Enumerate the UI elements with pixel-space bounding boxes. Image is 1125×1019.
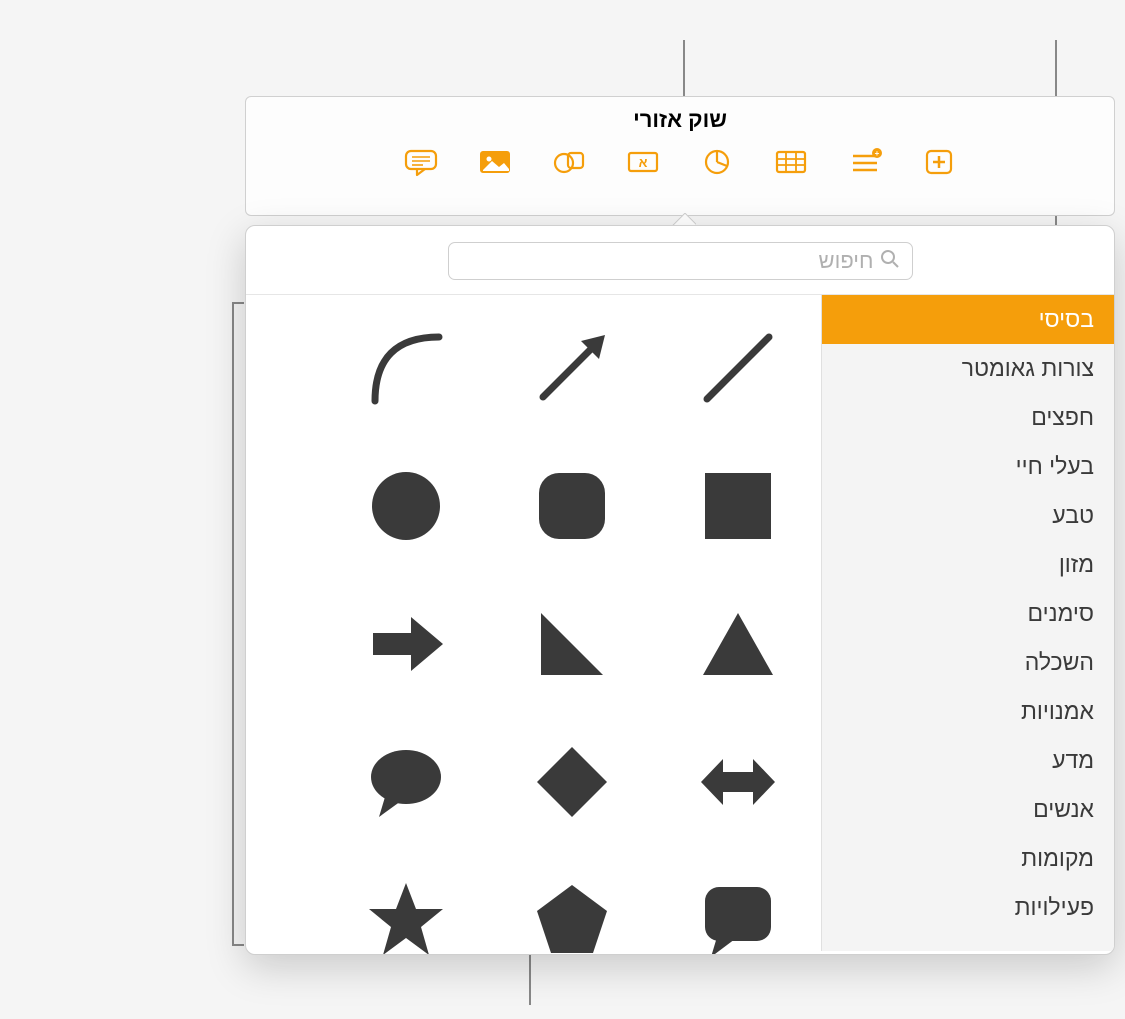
sidebar-item-nature[interactable]: טבע [822, 491, 1114, 540]
callout-line [529, 950, 531, 1005]
document-title: שוק אזורי [246, 97, 1114, 133]
shapes-row [286, 325, 781, 411]
shape-circle[interactable] [363, 463, 449, 549]
shape-rounded-square[interactable] [529, 463, 615, 549]
shape-speech-bubble-oval[interactable] [363, 739, 449, 825]
shape-pentagon[interactable] [529, 877, 615, 955]
format-icon[interactable]: + [847, 147, 883, 177]
shapes-icon[interactable] [551, 147, 587, 177]
svg-text:+: + [875, 149, 880, 158]
sidebar-item-animals[interactable]: בעלי חיי [822, 442, 1114, 491]
shapes-row [286, 877, 781, 955]
shape-arrow-line[interactable] [529, 325, 615, 411]
sidebar-item-education[interactable]: השכלה [822, 638, 1114, 687]
sidebar-item-geometric[interactable]: צורות גאומטר [822, 344, 1114, 393]
search-bar [246, 226, 1114, 295]
sidebar-item-people[interactable]: אנשים [822, 785, 1114, 834]
add-icon[interactable] [921, 147, 957, 177]
callout-line [232, 302, 244, 304]
shape-double-arrow[interactable] [695, 739, 781, 825]
sidebar-item-science[interactable]: מדע [822, 736, 1114, 785]
search-input[interactable] [461, 248, 874, 274]
toolbar: א + [246, 133, 1114, 187]
callout-line [232, 302, 234, 946]
sidebar-item-activities[interactable]: פעילויות [822, 883, 1114, 932]
chart-icon[interactable] [699, 147, 735, 177]
sidebar-item-symbols[interactable]: סימנים [822, 589, 1114, 638]
sidebar-item-basic[interactable]: בסיסי [822, 295, 1114, 344]
shape-curve[interactable] [363, 325, 449, 411]
image-icon[interactable] [477, 147, 513, 177]
app-window: שוק אזורי א + [245, 96, 1115, 216]
shape-speech-bubble-rect[interactable] [695, 877, 781, 955]
shape-diamond[interactable] [529, 739, 615, 825]
sidebar-item-places[interactable]: מקומות [822, 834, 1114, 883]
shape-line[interactable] [695, 325, 781, 411]
shapes-row [286, 463, 781, 549]
popover-body: בסיסי צורות גאומטר חפצים בעלי חיי טבע מז… [246, 295, 1114, 951]
sidebar-item-food[interactable]: מזון [822, 540, 1114, 589]
shapes-grid [246, 295, 821, 951]
shapes-popover: בסיסי צורות גאומטר חפצים בעלי חיי טבע מז… [245, 225, 1115, 955]
comment-icon[interactable] [403, 147, 439, 177]
categories-sidebar: בסיסי צורות גאומטר חפצים בעלי חיי טבע מז… [821, 295, 1114, 951]
shapes-row [286, 739, 781, 825]
shapes-row [286, 601, 781, 687]
table-icon[interactable] [773, 147, 809, 177]
search-field[interactable] [448, 242, 913, 280]
text-box-icon[interactable]: א [625, 147, 661, 177]
callout-line [232, 944, 244, 946]
sidebar-item-objects[interactable]: חפצים [822, 393, 1114, 442]
shape-star[interactable] [363, 877, 449, 955]
svg-text:א: א [639, 155, 648, 170]
shape-triangle[interactable] [695, 601, 781, 687]
sidebar-item-arts[interactable]: אמנויות [822, 687, 1114, 736]
shape-right-arrow[interactable] [363, 601, 449, 687]
shape-right-triangle[interactable] [529, 601, 615, 687]
search-icon [880, 249, 900, 274]
shape-square[interactable] [695, 463, 781, 549]
